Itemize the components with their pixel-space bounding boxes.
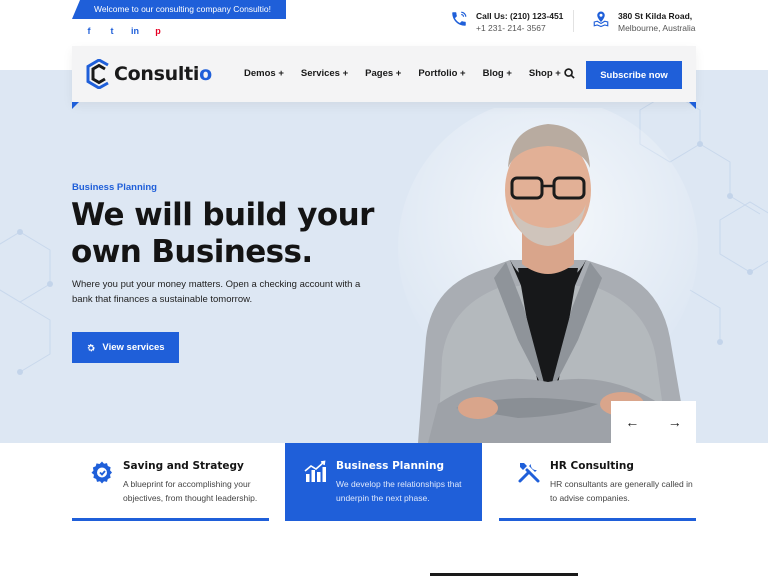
feature-card-saving-strategy[interactable]: Saving and Strategy A blueprint for acco…	[72, 443, 269, 521]
search-icon[interactable]	[564, 68, 575, 79]
view-services-button[interactable]: View services	[72, 332, 179, 363]
address-line1: 380 St Kilda Road,	[618, 11, 693, 21]
pinterest-icon[interactable]: p	[153, 26, 163, 36]
hero-eyebrow: Business Planning	[72, 182, 157, 193]
tools-icon	[518, 463, 540, 483]
nav-corner-decoration-right	[689, 102, 696, 109]
feature-description: A blueprint for accomplishing your objec…	[123, 479, 258, 503]
facebook-icon[interactable]: f	[84, 26, 94, 36]
address-line2: Melbourne, Australia	[618, 23, 696, 33]
welcome-banner: Welcome to our consulting company Consul…	[72, 0, 286, 19]
hero-headline: We will build your own Business.	[71, 197, 374, 270]
main-navbar: Consultio Demos + Services + Pages + Por…	[72, 46, 696, 102]
divider	[573, 10, 574, 32]
feature-underline	[499, 518, 696, 521]
social-links: f t in p	[84, 26, 163, 36]
slider-controls: ← →	[611, 401, 696, 443]
menu-item-shop[interactable]: Shop +	[529, 68, 561, 79]
arrow-left-icon[interactable]: ←	[625, 414, 639, 430]
nav-corner-decoration-left	[72, 102, 79, 109]
linkedin-icon[interactable]: in	[130, 26, 140, 36]
feature-title: Saving and Strategy	[123, 460, 244, 472]
feature-card-business-planning[interactable]: Business Planning We develop the relatio…	[285, 443, 482, 521]
hero-description: Where you put your money matters. Open a…	[72, 279, 361, 305]
phone-label: Call Us: (210) 123-451	[476, 11, 564, 21]
subscribe-button[interactable]: Subscribe now	[586, 61, 682, 89]
phone-icon	[452, 11, 467, 26]
feature-description: HR consultants are generally called in t…	[550, 479, 693, 503]
logo-text: Consultio	[114, 63, 212, 85]
logo-icon	[86, 59, 109, 89]
feature-card-hr-consulting[interactable]: HR Consulting HR consultants are general…	[499, 443, 696, 521]
arrow-right-icon[interactable]: →	[668, 414, 682, 430]
feature-title: Business Planning	[336, 460, 444, 472]
logo[interactable]: Consultio	[86, 59, 212, 89]
chart-icon	[304, 460, 326, 482]
gear-icon	[88, 343, 96, 351]
phone-number: +1 231- 214- 3567	[476, 23, 546, 33]
twitter-icon[interactable]: t	[107, 26, 117, 36]
phone-contact[interactable]: Call Us: (210) 123-451 +1 231- 214- 3567	[450, 10, 563, 35]
menu-item-pages[interactable]: Pages +	[365, 68, 401, 79]
menu-item-services[interactable]: Services +	[301, 68, 348, 79]
menu-item-portfolio[interactable]: Portfolio +	[418, 68, 465, 79]
feature-description: We develop the relationships that underp…	[336, 479, 462, 503]
page: Welcome to our consulting company Consul…	[0, 0, 768, 576]
feature-title: HR Consulting	[550, 460, 634, 472]
address-contact: 380 St Kilda Road, Melbourne, Australia	[592, 10, 696, 35]
main-menu: Demos + Services + Pages + Portfolio + B…	[244, 68, 578, 79]
businessman-portrait	[398, 108, 698, 443]
map-pin-icon	[593, 11, 609, 28]
view-services-label: View services	[102, 342, 165, 353]
menu-item-blog[interactable]: Blog +	[483, 68, 512, 79]
strategy-gear-icon	[91, 461, 112, 484]
menu-item-demos[interactable]: Demos +	[244, 68, 284, 79]
feature-underline	[72, 518, 269, 521]
